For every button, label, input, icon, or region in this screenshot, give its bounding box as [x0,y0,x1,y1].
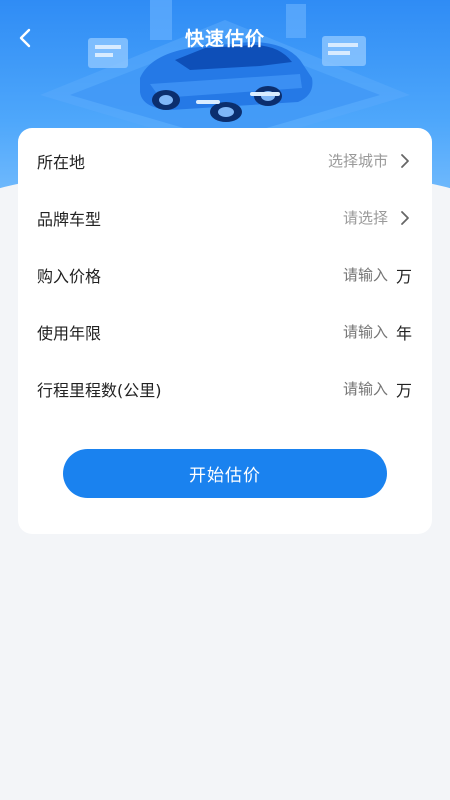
mileage-label: 行程里程数(公里) [37,380,162,400]
location-row[interactable]: 所在地 选择城市 [18,132,432,189]
purchase-price-row: 购入价格 万 [18,246,432,303]
location-label: 所在地 [37,152,86,172]
chevron-right-icon [394,207,416,229]
estimate-form-card: 所在地 选择城市 品牌车型 请选择 购入价格 万 使用年限 年 行程里程数(公里… [18,128,432,534]
years-used-row: 使用年限 年 [18,303,432,360]
mileage-input[interactable] [267,379,388,398]
purchase-price-input[interactable] [267,265,388,284]
purchase-price-unit: 万 [395,266,412,286]
brand-model-row[interactable]: 品牌车型 请选择 [18,189,432,246]
years-used-unit: 年 [395,323,412,343]
page-title: 快速估价 [184,28,265,50]
location-value: 选择城市 [327,152,388,170]
mileage-row: 行程里程数(公里) 万 [18,360,432,417]
chevron-right-icon [394,150,416,172]
years-used-label: 使用年限 [37,323,102,343]
brand-model-label: 品牌车型 [37,209,102,229]
brand-model-value: 请选择 [342,209,388,227]
purchase-price-label: 购入价格 [37,266,102,286]
years-used-input[interactable] [267,322,388,341]
start-estimate-button[interactable]: 开始估价 [63,449,387,498]
mileage-unit: 万 [395,380,412,400]
